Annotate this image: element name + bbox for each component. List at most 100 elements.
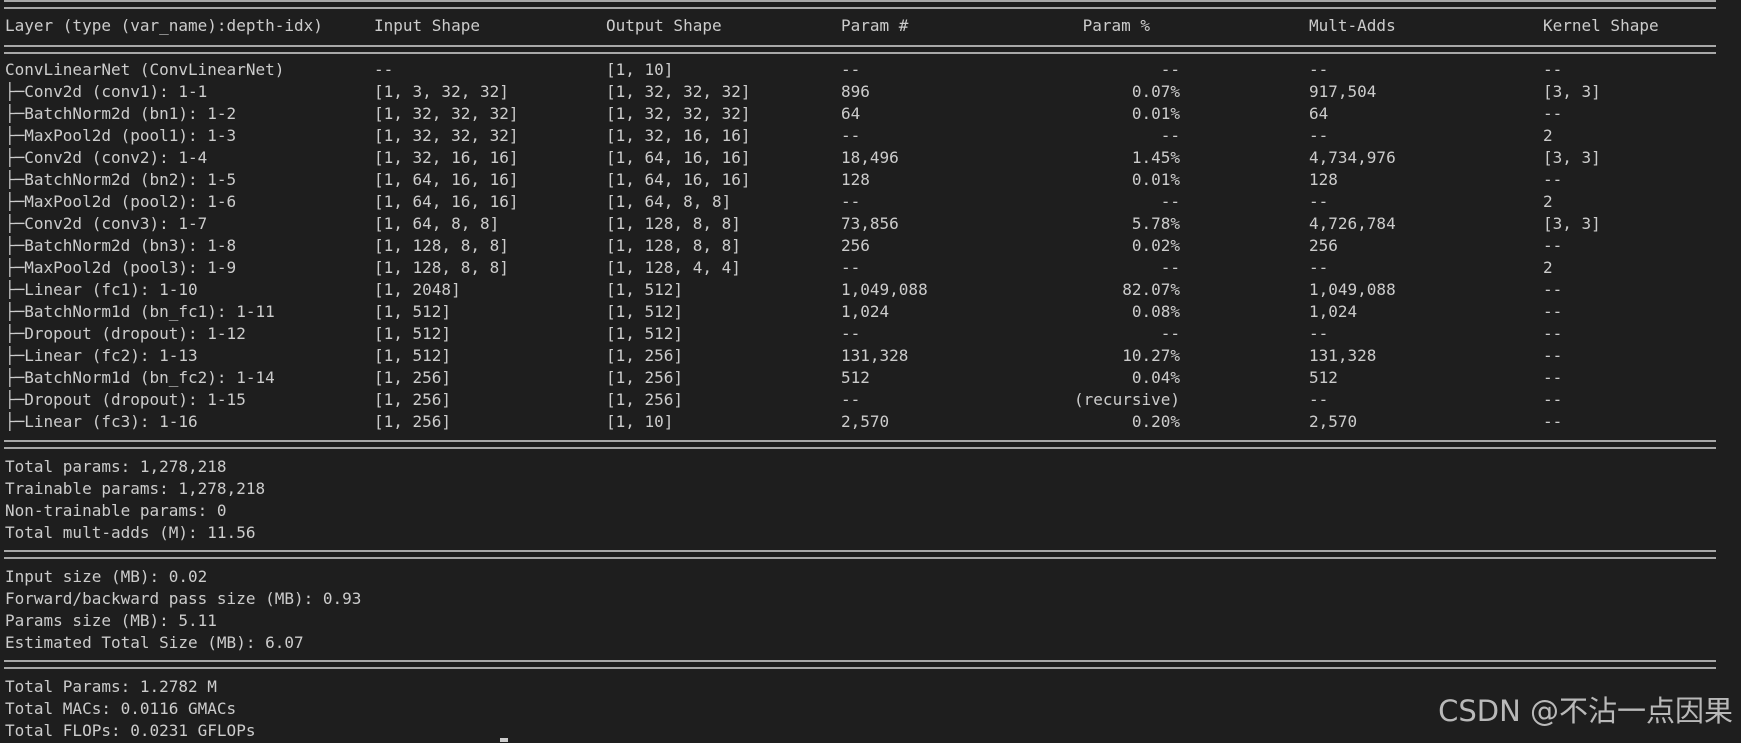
row-param-percent: -- — [1160, 324, 1180, 343]
row-kernel-shape: -- — [1543, 60, 1563, 79]
header-param-percent: Param % — [1082, 16, 1150, 35]
row-param-percent: 0.01% — [1131, 170, 1180, 189]
row-kernel-shape: [3, 3] — [1543, 148, 1601, 167]
row-layer: ConvLinearNet (ConvLinearNet) — [5, 60, 285, 79]
row-param-count: -- — [841, 324, 861, 343]
row-mult-adds: -- — [1309, 258, 1329, 277]
row-output-shape: [1, 256] — [606, 390, 684, 409]
row-kernel-shape: -- — [1543, 280, 1563, 299]
row-input-shape: [1, 256] — [374, 412, 452, 431]
row-param-count: 18,496 — [841, 148, 899, 167]
row-output-shape: [1, 32, 32, 32] — [606, 104, 751, 123]
table-header: Layer (type (var_name):depth-idx) Input … — [5, 15, 1659, 37]
row-input-shape: [1, 256] — [374, 368, 452, 387]
row-mult-adds: -- — [1309, 192, 1329, 211]
row-param-percent: 0.20% — [1131, 412, 1180, 431]
row-mult-adds: 2,570 — [1309, 412, 1358, 431]
row-output-shape: [1, 128, 4, 4] — [606, 258, 741, 277]
row-mult-adds: 917,504 — [1309, 82, 1377, 101]
row-param-percent: 0.08% — [1131, 302, 1180, 321]
row-output-shape: [1, 10] — [606, 412, 674, 431]
row-layer: ├─BatchNorm2d (bn3): 1-8 — [5, 236, 237, 255]
row-layer: ├─Linear (fc2): 1-13 — [5, 346, 198, 365]
row-mult-adds: -- — [1309, 390, 1329, 409]
row-param-percent: 82.07% — [1122, 280, 1180, 299]
row-kernel-shape: 2 — [1543, 126, 1553, 145]
row-param-count: 512 — [841, 368, 870, 387]
row-kernel-shape: -- — [1543, 236, 1563, 255]
row-input-shape: [1, 64, 16, 16] — [374, 170, 519, 189]
row-input-shape: [1, 512] — [374, 302, 452, 321]
row-output-shape: [1, 64, 16, 16] — [606, 148, 751, 167]
params-size: Params size (MB): 5.11 — [5, 611, 217, 630]
separator-header — [4, 45, 1716, 54]
row-param-count: 64 — [841, 104, 861, 123]
row-layer: ├─MaxPool2d (pool3): 1-9 — [5, 258, 237, 277]
watermark: CSDN @不沾一点因果 — [1438, 694, 1733, 728]
row-kernel-shape: [3, 3] — [1543, 82, 1601, 101]
row-mult-adds: -- — [1309, 126, 1329, 145]
row-input-shape: [1, 64, 8, 8] — [374, 214, 500, 233]
non-trainable-params: Non-trainable params: 0 — [5, 501, 227, 520]
row-output-shape: [1, 128, 8, 8] — [606, 236, 741, 255]
row-param-percent: 5.78% — [1131, 214, 1180, 233]
profile-total-macs: Total MACs: 0.0116 GMACs — [5, 699, 237, 718]
row-output-shape: [1, 512] — [606, 302, 684, 321]
row-param-percent: 0.04% — [1131, 368, 1180, 387]
row-output-shape: [1, 10] — [606, 60, 674, 79]
row-output-shape: [1, 512] — [606, 324, 684, 343]
row-param-count: 1,049,088 — [841, 280, 928, 299]
row-output-shape: [1, 256] — [606, 346, 684, 365]
row-mult-adds: -- — [1309, 60, 1329, 79]
row-mult-adds: 64 — [1309, 104, 1329, 123]
row-param-count: 2,570 — [841, 412, 890, 431]
row-mult-adds: 4,734,976 — [1309, 148, 1396, 167]
header-param-count: Param # — [841, 16, 909, 35]
row-param-percent: -- — [1160, 258, 1180, 277]
row-mult-adds: 131,328 — [1309, 346, 1377, 365]
row-param-count: 128 — [841, 170, 870, 189]
row-mult-adds: 256 — [1309, 236, 1338, 255]
row-param-count: 1,024 — [841, 302, 890, 321]
row-input-shape: [1, 128, 8, 8] — [374, 258, 509, 277]
row-param-count: 131,328 — [841, 346, 909, 365]
input-size: Input size (MB): 0.02 — [5, 567, 208, 586]
row-param-percent: 0.02% — [1131, 236, 1180, 255]
row-layer: ├─Conv2d (conv1): 1-1 — [5, 82, 208, 101]
terminal-cursor — [500, 738, 508, 742]
row-param-count: 73,856 — [841, 214, 899, 233]
row-input-shape: [1, 32, 32, 32] — [374, 126, 519, 145]
separator-profile — [4, 660, 1716, 669]
row-param-percent: -- — [1160, 60, 1180, 79]
row-output-shape: [1, 128, 8, 8] — [606, 214, 741, 233]
row-mult-adds: 128 — [1309, 170, 1338, 189]
trainable-params: Trainable params: 1,278,218 — [5, 479, 266, 498]
row-layer: ├─Conv2d (conv3): 1-7 — [5, 214, 208, 233]
row-param-percent: -- — [1160, 192, 1180, 211]
row-input-shape: [1, 128, 8, 8] — [374, 236, 509, 255]
separator-top — [4, 0, 1716, 9]
row-input-shape: [1, 64, 16, 16] — [374, 192, 519, 211]
row-mult-adds: -- — [1309, 324, 1329, 343]
row-layer: ├─BatchNorm2d (bn2): 1-5 — [5, 170, 237, 189]
row-param-percent: 0.07% — [1131, 82, 1180, 101]
row-param-percent: 1.45% — [1131, 148, 1180, 167]
row-output-shape: [1, 64, 16, 16] — [606, 170, 751, 189]
row-kernel-shape: -- — [1543, 412, 1563, 431]
terminal-output: Layer (type (var_name):depth-idx) Input … — [0, 0, 1741, 743]
row-kernel-shape: -- — [1543, 368, 1563, 387]
row-param-count: 256 — [841, 236, 870, 255]
row-param-percent: 10.27% — [1122, 346, 1180, 365]
row-kernel-shape: -- — [1543, 390, 1563, 409]
row-param-percent: 0.01% — [1131, 104, 1180, 123]
row-layer: ├─Dropout (dropout): 1-15 — [5, 390, 246, 409]
row-kernel-shape: -- — [1543, 346, 1563, 365]
row-layer: ├─MaxPool2d (pool1): 1-3 — [5, 126, 237, 145]
separator-sizes — [4, 550, 1716, 559]
row-layer: ├─MaxPool2d (pool2): 1-6 — [5, 192, 237, 211]
pass-size: Forward/backward pass size (MB): 0.93 — [5, 589, 362, 608]
profile-total-params: Total Params: 1.2782 M — [5, 677, 217, 696]
row-output-shape: [1, 512] — [606, 280, 684, 299]
row-param-count: -- — [841, 60, 861, 79]
row-param-count: 896 — [841, 82, 870, 101]
